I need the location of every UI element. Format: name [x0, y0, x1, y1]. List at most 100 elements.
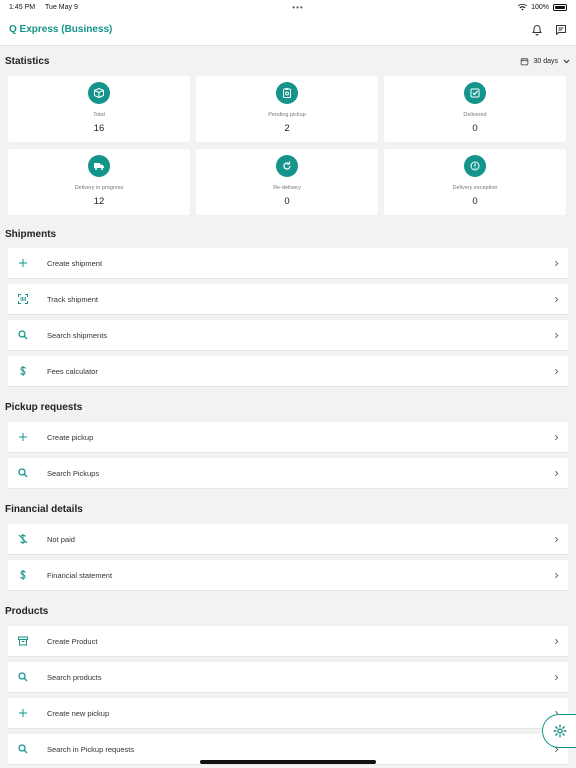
search-pickups-item[interactable]: Search Pickups: [8, 458, 568, 489]
stat-card-total[interactable]: Total 16: [8, 76, 190, 142]
list-item-label: Create new pickup: [47, 708, 110, 718]
status-time: 1:45 PM: [9, 3, 36, 11]
archive-icon: [16, 634, 30, 648]
financial-statement-item[interactable]: Financial statement: [8, 560, 568, 591]
stat-value: 2: [284, 123, 290, 134]
plus-icon: [16, 256, 30, 270]
statistics-header: Statistics 30 days: [0, 46, 576, 76]
statistics-title: Statistics: [5, 55, 50, 67]
create-new-pickup-item[interactable]: Create new pickup: [8, 698, 568, 729]
search-icon: [16, 670, 30, 684]
stat-label: Delivered: [463, 112, 487, 118]
pickup-requests-title: Pickup requests: [5, 401, 83, 413]
chevron-right-icon: [553, 260, 560, 267]
list-item-label: Not paid: [47, 534, 75, 544]
products-title: Products: [5, 605, 49, 617]
pickup-requests-list: Create pickup Search Pickups: [0, 422, 576, 489]
chevron-right-icon: [553, 674, 560, 681]
statistics-grid: Total 16 Pending pickup 2 Delivered 0 De…: [0, 76, 576, 215]
stat-label: Total: [93, 112, 105, 118]
app-header: Q Express (Business): [0, 14, 576, 46]
list-item-label: Financial statement: [47, 570, 113, 580]
stat-label: Delivery in progress: [74, 185, 124, 191]
truck-icon: [88, 155, 110, 177]
stat-card-re-delivery[interactable]: Re-delivery 0: [196, 149, 378, 215]
chevron-right-icon: [553, 296, 560, 303]
not-paid-item[interactable]: Not paid: [8, 524, 568, 555]
chevron-right-icon: [553, 638, 560, 645]
bell-icon[interactable]: [531, 24, 543, 36]
search-icon: [16, 328, 30, 342]
chevron-right-icon: [553, 434, 560, 441]
track-shipment-item[interactable]: Track shipment: [8, 284, 568, 315]
multitask-dots[interactable]: •••: [292, 3, 303, 12]
clipboard-icon: [276, 82, 298, 104]
financial-title: Financial details: [5, 503, 83, 515]
stat-value: 0: [472, 123, 478, 134]
chat-icon[interactable]: [555, 24, 567, 36]
barcode-scan-icon: [16, 292, 30, 306]
create-shipment-item[interactable]: Create shipment: [8, 248, 568, 279]
financial-list: Not paid Financial statement: [0, 524, 576, 591]
app-title: Q Express (Business): [9, 24, 113, 35]
money-off-icon: [16, 532, 30, 546]
date-range-select[interactable]: 30 days: [520, 57, 571, 66]
stat-value: 0: [472, 196, 478, 207]
search-icon: [16, 466, 30, 480]
products-header: Products: [0, 596, 576, 626]
search-icon: [16, 742, 30, 756]
stat-label: Pending pickup: [268, 112, 306, 118]
date-range-value: 30 days: [533, 57, 558, 65]
shipments-list: Create shipment Track shipment Search sh…: [0, 248, 576, 387]
chevron-right-icon: [553, 572, 560, 579]
stat-card-delivery-exception[interactable]: Delivery exception 0: [384, 149, 566, 215]
chevron-down-icon: [563, 59, 570, 63]
status-time-date: 1:45 PM Tue May 9: [9, 4, 78, 11]
products-list: Create Product Search products Create ne…: [0, 626, 576, 765]
stat-card-delivery-in-progress[interactable]: Delivery in progress 12: [8, 149, 190, 215]
create-product-item[interactable]: Create Product: [8, 626, 568, 657]
financial-header: Financial details: [0, 494, 576, 524]
list-item-label: Create pickup: [47, 432, 94, 442]
stat-card-delivered[interactable]: Delivered 0: [384, 76, 566, 142]
home-indicator[interactable]: [200, 760, 376, 764]
shipments-header: Shipments: [0, 220, 576, 248]
plus-icon: [16, 706, 30, 720]
status-indicators: 100%: [518, 3, 567, 11]
settings-fab-button[interactable]: [542, 714, 576, 748]
list-item-label: Search products: [47, 672, 102, 682]
calendar-icon: [521, 57, 529, 65]
search-products-item[interactable]: Search products: [8, 662, 568, 693]
alert-icon: [464, 155, 486, 177]
gear-icon: [552, 724, 567, 738]
dollar-icon: [16, 364, 30, 378]
chevron-right-icon: [553, 332, 560, 339]
wifi-icon: [518, 3, 528, 10]
status-date: Tue May 9: [45, 3, 78, 11]
status-bar: 1:45 PM Tue May 9 ••• 100%: [0, 0, 576, 14]
pickup-requests-header: Pickup requests: [0, 392, 576, 422]
chevron-right-icon: [553, 470, 560, 477]
stat-value: 16: [93, 123, 105, 134]
stat-value: 12: [93, 196, 105, 207]
box-icon: [88, 82, 110, 104]
list-item-label: Create shipment: [47, 258, 103, 268]
shipments-title: Shipments: [5, 228, 57, 240]
list-item-label: Create Product: [47, 636, 98, 646]
list-item-label: Search in Pickup requests: [47, 744, 135, 754]
list-item-label: Search Pickups: [47, 468, 100, 478]
battery-percent: 100%: [531, 3, 549, 11]
stat-card-pending-pickup[interactable]: Pending pickup 2: [196, 76, 378, 142]
search-shipments-item[interactable]: Search shipments: [8, 320, 568, 351]
list-item-label: Track shipment: [47, 294, 98, 304]
chevron-right-icon: [553, 536, 560, 543]
chevron-right-icon: [553, 368, 560, 375]
stat-value: 0: [284, 196, 290, 207]
battery-icon: [553, 3, 567, 11]
create-pickup-item[interactable]: Create pickup: [8, 422, 568, 453]
dollar-icon: [16, 568, 30, 582]
stat-label: Delivery exception: [452, 185, 498, 191]
check-icon: [464, 82, 486, 104]
stat-label: Re-delivery: [273, 185, 301, 191]
fees-calculator-item[interactable]: Fees calculator: [8, 356, 568, 387]
